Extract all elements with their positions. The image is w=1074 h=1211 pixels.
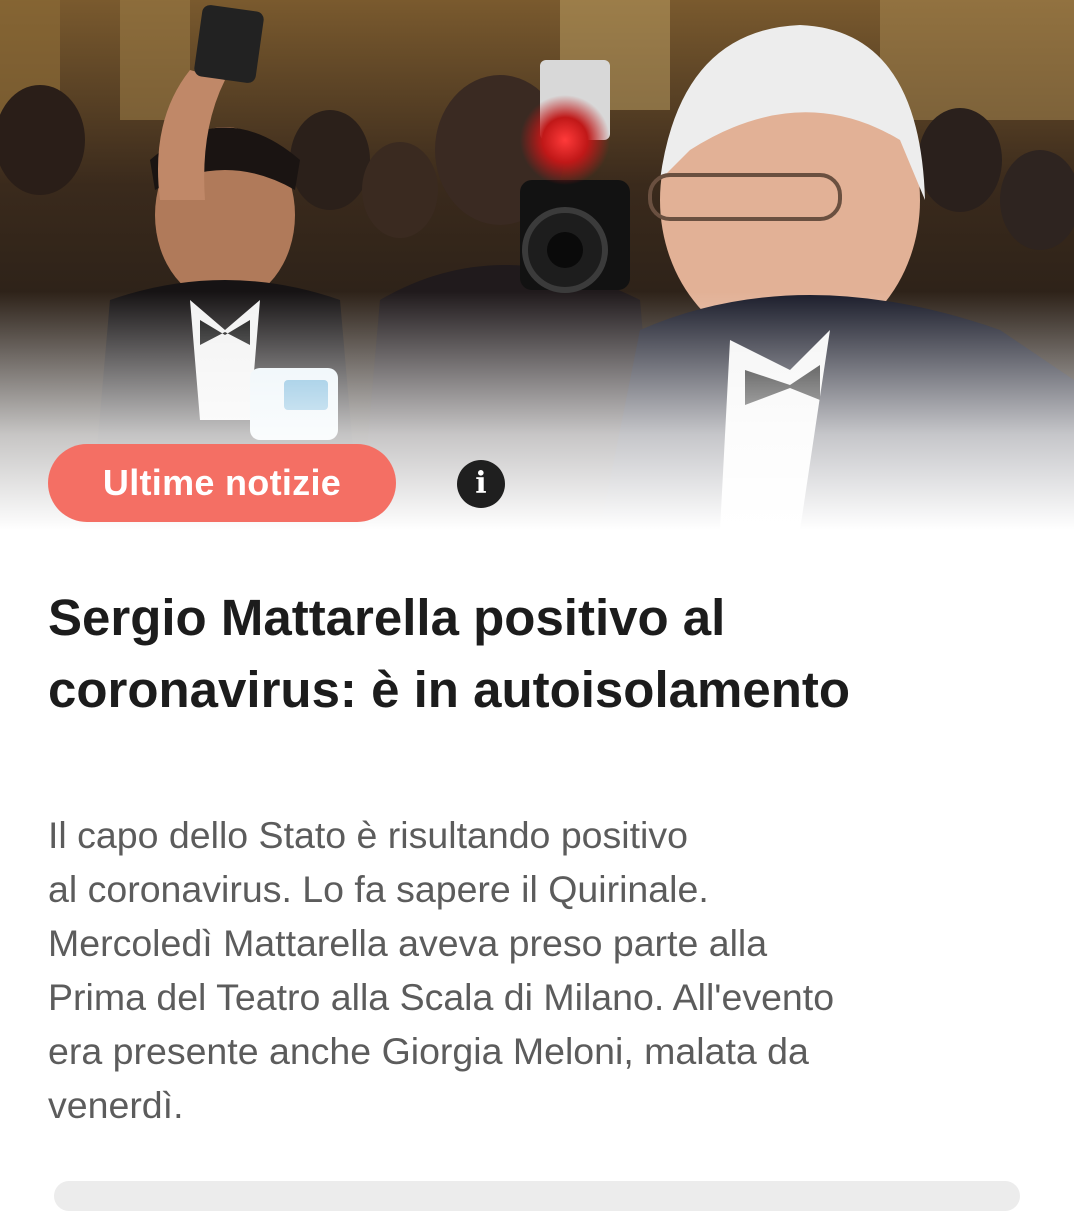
summary-line-6: venerdì. [48, 1084, 184, 1126]
headline-line-2: coronavirus: è in autoisolamento [48, 661, 850, 718]
summary-line-2: al coronavirus. Lo fa sapere il Quirinal… [48, 868, 709, 910]
summary-line-3: Mercoledì Mattarella aveva preso parte a… [48, 922, 768, 964]
breaking-news-badge[interactable]: Ultime notizie [48, 444, 396, 522]
article-summary: Il capo dello Stato è risultando positiv… [48, 808, 1048, 1132]
headline-line-1: Sergio Mattarella positivo al [48, 589, 726, 646]
summary-line-1: Il capo dello Stato è risultando positiv… [48, 814, 688, 856]
next-card-edge[interactable] [54, 1181, 1020, 1211]
summary-line-4: Prima del Teatro alla Scala di Milano. A… [48, 976, 835, 1018]
article-headline[interactable]: Sergio Mattarella positivo al coronaviru… [48, 582, 1048, 726]
info-icon[interactable]: i [457, 460, 505, 508]
summary-line-5: era presente anche Giorgia Meloni, malat… [48, 1030, 809, 1072]
